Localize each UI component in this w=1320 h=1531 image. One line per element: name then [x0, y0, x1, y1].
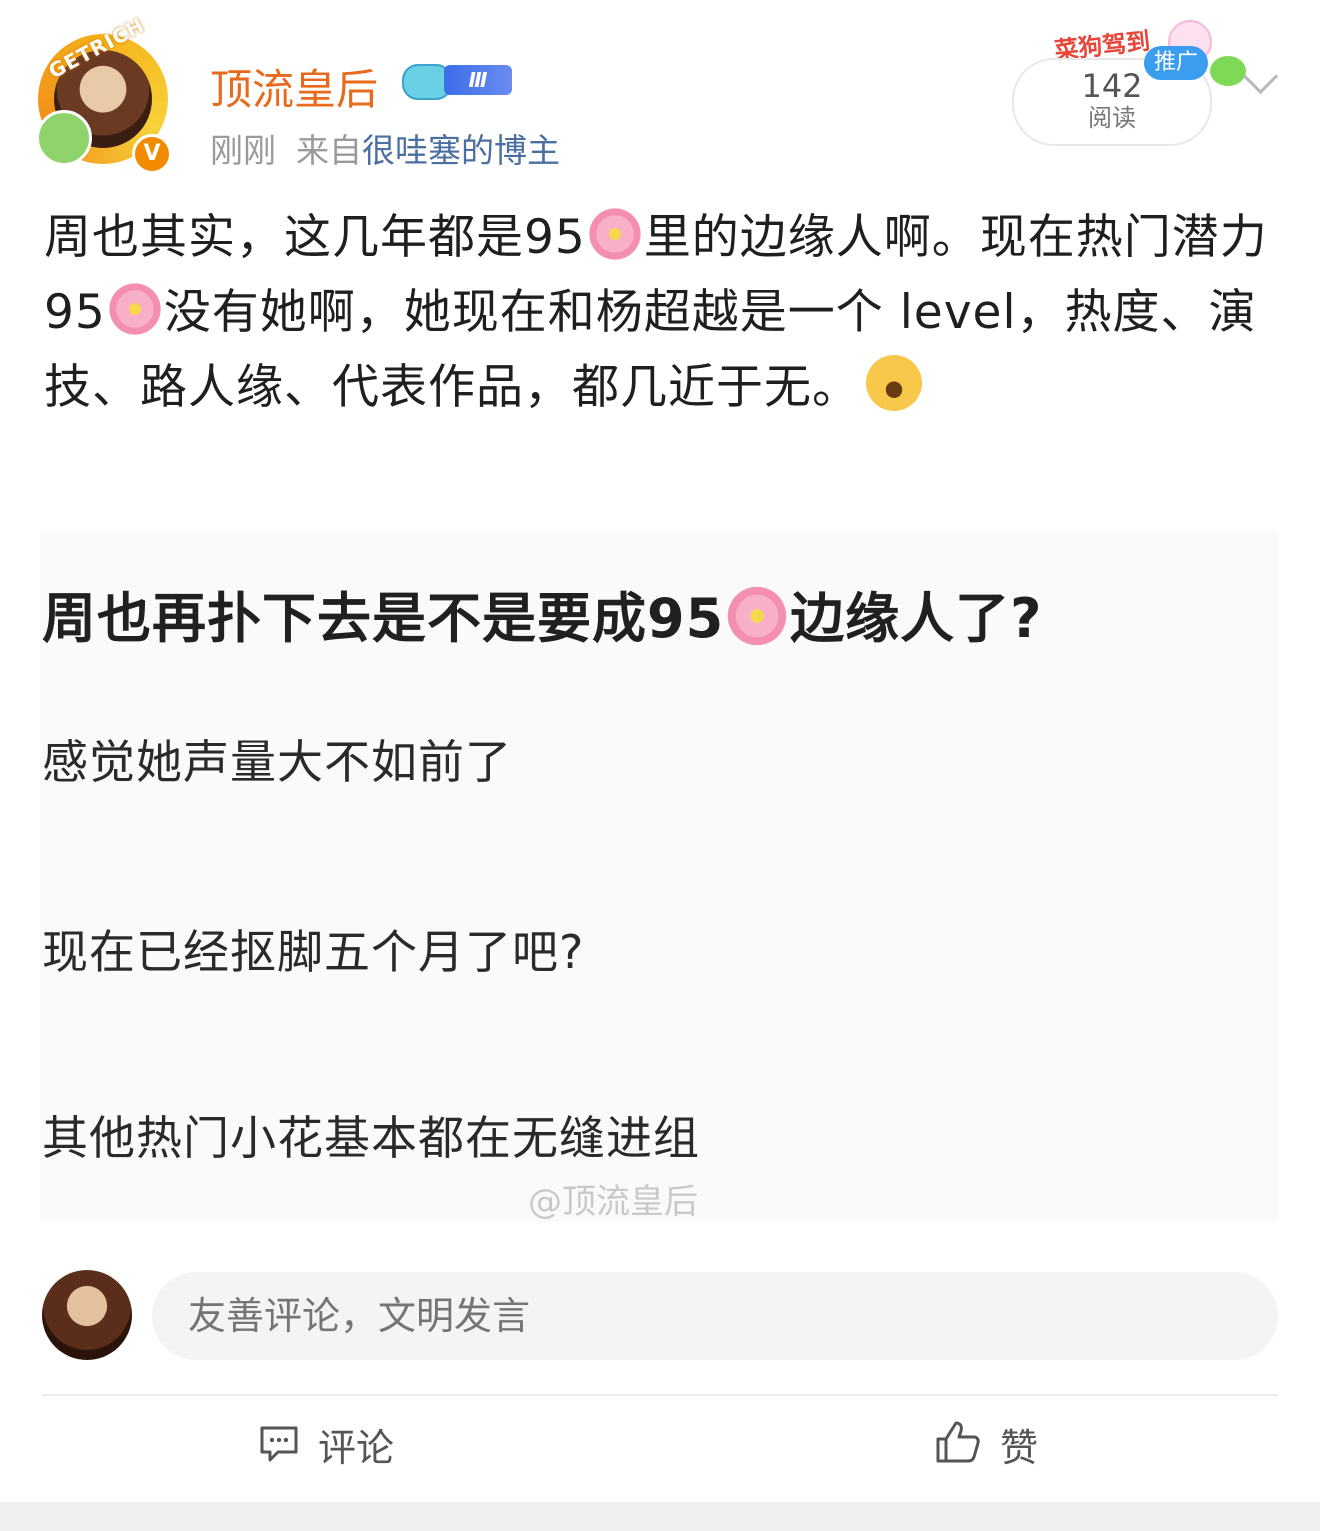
comment-input[interactable]: [152, 1272, 1278, 1360]
post-text-3: 没有她啊，她现在和杨超越是一个 level，热度、演技、路人缘、代表作品，都几近…: [44, 285, 1257, 415]
weibo-watermark: @顶流皇后: [528, 1182, 698, 1222]
embed-title-2: 边缘人了?: [790, 587, 1043, 650]
embed-line-3: 其他热门小花基本都在无缝进组: [42, 1111, 700, 1165]
level-badge[interactable]: Ⅲ: [402, 62, 514, 100]
embed-title-1: 周也再扑下去是不是要成95: [42, 587, 725, 650]
like-button[interactable]: 赞: [934, 1418, 1038, 1478]
post-time: 刚刚: [210, 131, 276, 170]
avatar-mascot-icon: [36, 110, 92, 166]
author-avatar[interactable]: GETRICH V: [32, 13, 174, 174]
post-header: GETRICH V 顶流皇后 Ⅲ 刚刚 来自很哇塞的博主 菜狗驾到 142 阅读 …: [0, 0, 1320, 190]
level-number: Ⅲ: [444, 65, 512, 95]
divider: [42, 1394, 1278, 1396]
post-body: 周也其实，这几年都是95 里的边缘人啊。现在热门潜力95 没有她啊，她现在和杨超越是…: [44, 200, 1284, 425]
verified-badge-icon: V: [132, 134, 172, 174]
laugh-cry-emoji-icon: [866, 355, 922, 411]
post-meta: 刚刚 来自很哇塞的博主: [210, 124, 560, 172]
comment-label: 评论: [318, 1426, 395, 1470]
source-prefix: 来自: [296, 131, 362, 170]
frog-icon: [1210, 56, 1246, 86]
thumbs-up-icon: [934, 1419, 982, 1482]
post-source-link[interactable]: 很哇塞的博主: [362, 131, 560, 170]
read-label: 阅读: [1088, 104, 1136, 132]
user-avatar[interactable]: [42, 1270, 132, 1360]
embed-line-1: 感觉她声量大不如前了: [42, 735, 512, 789]
embed-line-2: 现在已经抠脚五个月了吧?: [42, 925, 585, 979]
post-text-1: 周也其实，这几年都是95: [44, 210, 586, 265]
embedded-image[interactable]: 周也再扑下去是不是要成95 边缘人了? 感觉她声量大不如前了 现在已经抠脚五个月了…: [40, 530, 1278, 1222]
comment-composer: [0, 1262, 1320, 1372]
bottom-bar: [0, 1502, 1320, 1531]
flower-emoji-icon: [105, 280, 164, 338]
embed-title: 周也再扑下去是不是要成95 边缘人了?: [42, 574, 1042, 653]
chevron-down-icon[interactable]: [1242, 58, 1279, 95]
comment-button[interactable]: 评论: [258, 1418, 394, 1478]
flower-emoji-icon: [585, 205, 644, 263]
flower-emoji-icon: [724, 583, 791, 649]
comment-icon: [258, 1421, 300, 1481]
like-label: 赞: [1000, 1426, 1039, 1470]
promo-tag: 推广: [1144, 46, 1208, 80]
author-name[interactable]: 顶流皇后: [210, 56, 378, 117]
